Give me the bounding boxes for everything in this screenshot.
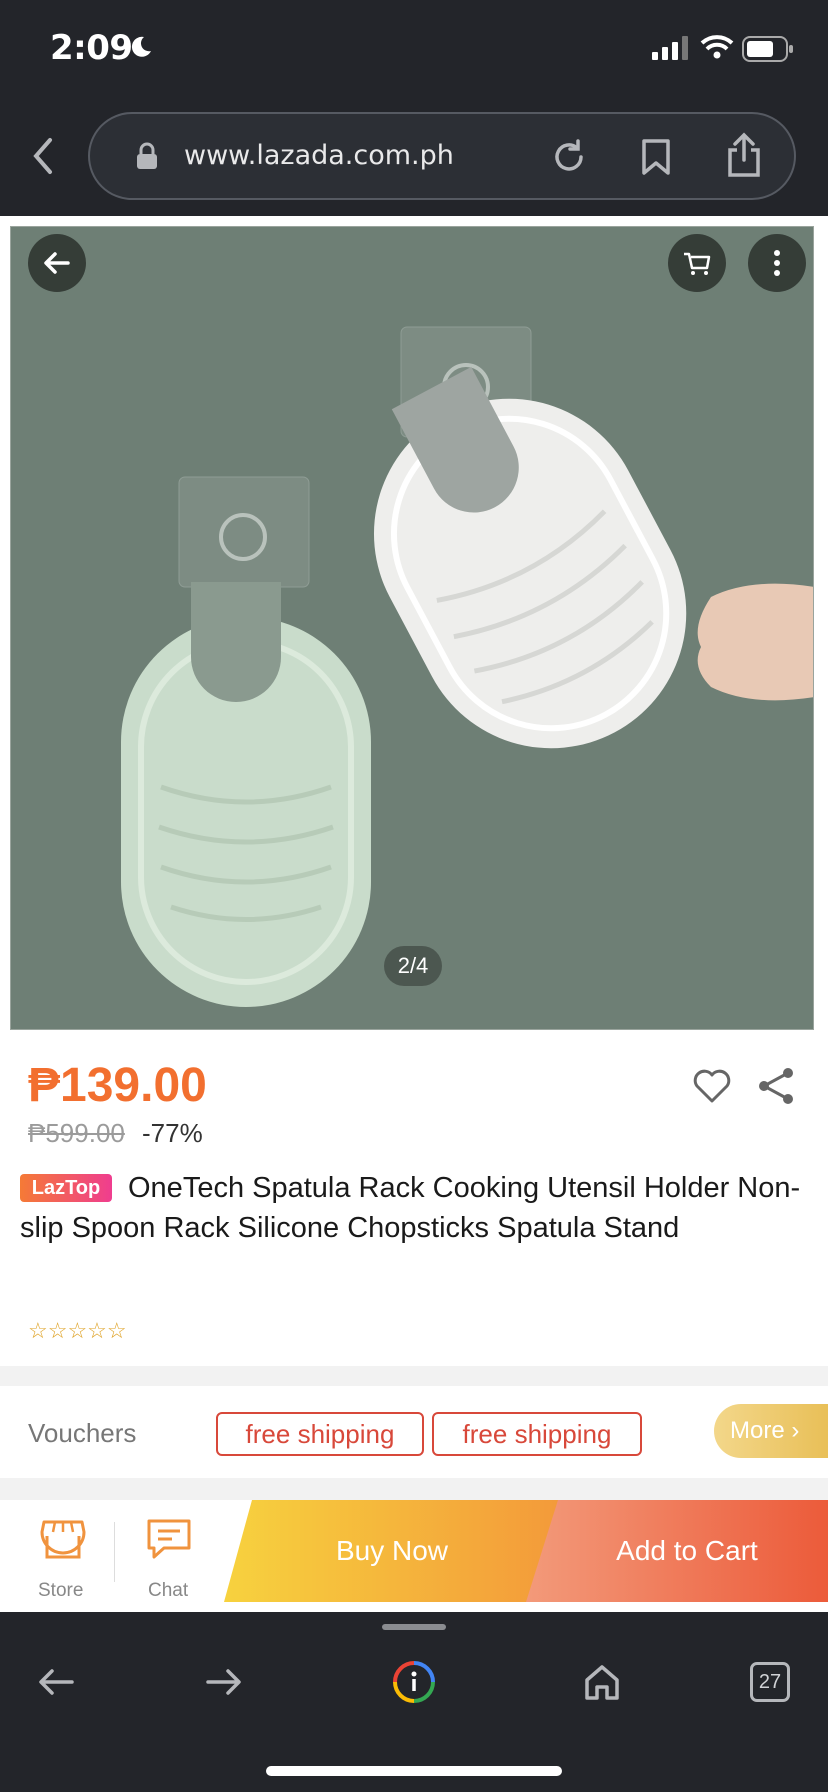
arrow-forward-icon[interactable] (202, 1660, 246, 1704)
vouchers-label: Vouchers (28, 1418, 137, 1448)
product-photo-illustration (11, 227, 813, 1029)
product-price: ₱139.00 (28, 1059, 207, 1112)
assistant-info-icon[interactable] (392, 1660, 436, 1704)
home-indicator[interactable] (266, 1766, 562, 1776)
signal-icon (652, 36, 688, 60)
store-label[interactable]: Store (38, 1580, 83, 1602)
chat-icon[interactable] (146, 1518, 192, 1560)
voucher-tag[interactable]: free shipping (432, 1412, 642, 1456)
add-to-cart-button[interactable]: Add to Cart (526, 1500, 828, 1602)
discount-percent: -77% (142, 1118, 203, 1148)
chat-label[interactable]: Chat (148, 1580, 188, 1602)
image-back-button[interactable] (28, 234, 86, 292)
vouchers-more-button[interactable]: More › (714, 1404, 828, 1458)
share-nodes-icon[interactable] (756, 1066, 796, 1106)
image-cart-button[interactable] (668, 234, 726, 292)
product-image[interactable] (10, 226, 814, 1030)
battery-icon (742, 36, 793, 62)
moon-icon (131, 36, 151, 57)
original-price: ₱599.00 (28, 1118, 125, 1148)
url-text[interactable]: www.lazada.com.ph (184, 140, 454, 171)
home-icon[interactable] (580, 1660, 624, 1704)
lock-icon (137, 142, 157, 169)
rating-stars[interactable]: ☆☆☆☆☆ (28, 1318, 127, 1344)
arrow-back-icon[interactable] (34, 1660, 78, 1704)
sheet-handle[interactable] (382, 1624, 446, 1630)
product-title: OneTech Spatula Rack Cooking Utensil Hol… (20, 1172, 801, 1244)
browser-back-chevron-icon[interactable] (26, 134, 60, 178)
tabs-count-button[interactable]: 27 (750, 1662, 790, 1702)
action-divider (114, 1522, 115, 1582)
more-vertical-icon (774, 250, 780, 276)
cart-icon (684, 252, 711, 275)
image-counter: 2/4 (384, 946, 442, 986)
voucher-tag[interactable]: free shipping (216, 1412, 424, 1456)
image-more-button[interactable] (748, 234, 806, 292)
buy-now-button[interactable]: Buy Now (224, 1500, 560, 1602)
bookmark-icon[interactable] (640, 138, 672, 176)
status-time: 2:09 (50, 28, 133, 68)
heart-icon[interactable] (692, 1068, 732, 1104)
share-icon[interactable] (726, 132, 762, 178)
arrow-left-icon (44, 252, 70, 274)
wifi-icon (700, 35, 734, 59)
reload-icon[interactable] (550, 138, 588, 176)
store-icon[interactable] (40, 1518, 86, 1560)
